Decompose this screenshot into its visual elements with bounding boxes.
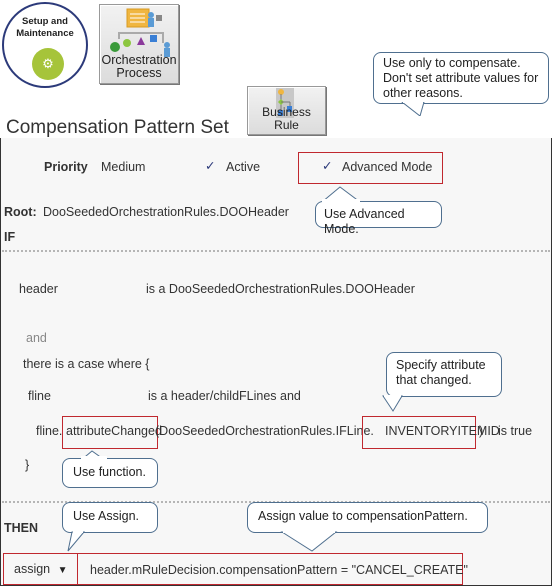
callout-assign-value-tail [280, 531, 338, 552]
action-type-value: assign [14, 562, 51, 576]
dropdown-arrow-icon: ▼ [57, 565, 68, 576]
orchestration-label: Orchestration Process [100, 54, 178, 80]
and-operator[interactable]: and [26, 331, 47, 345]
active-label: Active [226, 160, 261, 174]
if-label: IF [4, 230, 16, 244]
action-type-dropdown[interactable]: assign ▼ [14, 562, 68, 576]
orchestration-diagram-icon [110, 8, 170, 57]
is-true-operator[interactable]: is true [498, 424, 532, 438]
advanced-mode-check-icon[interactable]: ✓ [322, 158, 332, 173]
callout-use-function: Use function. [62, 458, 158, 488]
function-close-paren: ) [479, 424, 484, 438]
if-divider [2, 250, 550, 252]
callout-assign-tail [67, 531, 86, 552]
close-brace: } [25, 458, 30, 472]
setup-label-line2: Maintenance [16, 28, 74, 39]
action-divider [77, 553, 78, 585]
business-rule-label: Business Rule [248, 106, 325, 132]
callout-compensate: Use only to compensate. Don't set attrib… [373, 52, 549, 104]
callout-specify-attribute: Specify attribute that changed. [386, 352, 502, 397]
panel-title: Compensation Pattern Set [6, 117, 229, 138]
advanced-mode-label: Advanced Mode [342, 160, 433, 174]
function-argument[interactable]: (DooSeededOrchestrationRules.IFLine. [155, 424, 374, 438]
business-rule-icon[interactable]: Business Rule [247, 86, 326, 135]
orchestration-label-line2: Process [116, 66, 162, 80]
fline-prefix: fline. [36, 424, 63, 438]
assign-expression[interactable]: header.mRuleDecision.compensationPattern… [90, 563, 468, 577]
callout-specify-tail [382, 395, 403, 412]
active-check-icon[interactable]: ✓ [205, 158, 215, 173]
callout-assign-value: Assign value to compensationPattern. [247, 502, 488, 533]
priority-label: Priority [44, 160, 88, 174]
function-name[interactable]: attributeChanged [66, 424, 162, 438]
setup-label-line1: Setup and [22, 16, 68, 27]
gears-icon: ⚙ [32, 48, 64, 80]
root-value: DooSeededOrchestrationRules.DOOHeader [43, 205, 289, 219]
business-rule-label-line2: Rule [274, 118, 299, 132]
header-type[interactable]: is a DooSeededOrchestrationRules.DOOHead… [146, 282, 415, 296]
callout-advanced-tail-cover [322, 199, 360, 203]
priority-value[interactable]: Medium [101, 160, 145, 174]
fline-type[interactable]: is a header/childFLines and [148, 389, 301, 403]
setup-and-maintenance-icon[interactable]: Setup and Maintenance ⚙ [2, 2, 88, 88]
case-where-clause[interactable]: there is a case where { [23, 357, 149, 371]
callout-function-tail-cover [81, 456, 107, 460]
header-variable[interactable]: header [19, 282, 58, 296]
callout-advanced-mode: Use Advanced Mode. [315, 201, 442, 236]
then-label: THEN [4, 521, 39, 535]
root-label: Root: [4, 205, 37, 219]
fline-variable[interactable]: fline [28, 389, 51, 403]
callout-use-assign: Use Assign. [62, 502, 158, 533]
setup-label: Setup and Maintenance [4, 16, 86, 40]
orchestration-process-icon[interactable]: Orchestration Process [99, 4, 179, 84]
